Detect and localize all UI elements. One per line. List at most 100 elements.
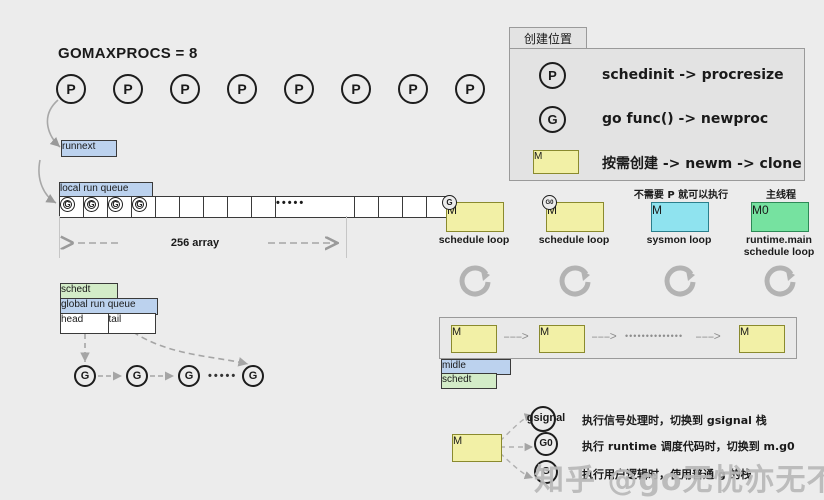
p-node: P <box>170 74 200 104</box>
mlist-box-label: M <box>540 326 550 338</box>
thread-corner-g0: G0 <box>542 195 557 210</box>
p-node: P <box>227 74 257 104</box>
queue-cell-filled: G <box>108 196 132 218</box>
loop-arrow-icon <box>761 260 801 305</box>
thread-box-label: M0 <box>752 203 769 217</box>
queue-g-node: G <box>60 197 75 212</box>
gomaxprocs-title: GOMAXPROCS = 8 <box>58 45 198 62</box>
queue-g-label: G <box>112 200 119 209</box>
mlist-arrow: –––> <box>591 330 617 344</box>
thread-caption: sysmon loop <box>646 234 712 246</box>
thread-note: 主线程 <box>766 190 796 201</box>
p-node: P <box>455 74 485 104</box>
thread-box-m: M <box>651 202 709 232</box>
thread-corner-g: G <box>442 195 457 210</box>
p-circle-row: PPPPPPPP <box>56 74 486 108</box>
g-chain-ellipsis: ••••• <box>208 370 238 382</box>
schedt-text: schedt <box>61 284 91 295</box>
queue-cell-filled: G <box>59 196 84 218</box>
thread-corner-label: G <box>446 198 453 207</box>
queue-g-node: G <box>108 197 123 212</box>
g-node-label: G <box>132 370 142 382</box>
queue-cell-empty <box>403 196 427 218</box>
panel-tab: 创建位置 <box>509 27 587 48</box>
tail-text: tail <box>108 314 122 325</box>
panel-badge-label: G <box>547 112 558 127</box>
queue-cell-filled: G <box>132 196 156 218</box>
thread-caption: schedule loop <box>438 234 510 246</box>
midle-text: midle <box>442 360 466 371</box>
p-node-label: P <box>351 81 361 97</box>
queue-cell-filled: G <box>84 196 108 218</box>
loop-arrow-icon <box>556 260 596 305</box>
tail-cell: tail <box>108 313 156 334</box>
panel-badge-g: G <box>539 106 566 133</box>
queue-cell-empty <box>156 196 180 218</box>
runnext-text: runnext <box>62 141 96 152</box>
queue-g-label: G <box>136 200 143 209</box>
thread-box-m0: M0 <box>751 202 809 232</box>
global-queue-headtail: head tail <box>60 313 156 334</box>
g-node-label: G <box>184 370 194 382</box>
queue-cell-empty <box>228 196 252 218</box>
panel-badge-p: P <box>539 62 566 89</box>
g-node-label: G <box>248 370 258 382</box>
stack-label: G <box>542 466 550 477</box>
g-node: G <box>178 365 200 387</box>
queue-g-node: G <box>132 197 147 212</box>
array-size-label: 256 array <box>170 237 220 249</box>
stack-switch-rows: gsignal 执行信号处理时，切换到 gsignal 栈 G0 执行 runtime… <box>520 402 820 494</box>
queue-cell-empty <box>252 196 276 218</box>
stack-row-text: 执行信号处理时，切换到 gsignal 栈 <box>582 414 767 427</box>
mlist-arrow: –––> <box>695 330 721 344</box>
loop-arrow-icon <box>661 260 701 305</box>
local-run-queue-array: G G G G ••••• <box>59 196 451 218</box>
p-node-label: P <box>123 81 133 97</box>
queue-cell-empty <box>355 196 379 218</box>
p-node-label: P <box>294 81 304 97</box>
mlist-arrow: –––> <box>503 330 529 344</box>
stack-label: G0 <box>539 438 553 449</box>
m-stack-box-label: M <box>453 435 463 447</box>
queue-cell-empty <box>180 196 204 218</box>
g-node: G <box>126 365 148 387</box>
mlist-box: M <box>539 325 585 353</box>
runnext-label: runnext <box>61 140 117 157</box>
stack-row-text: 执行 runtime 调度代码时，切换到 m.g0 <box>582 440 795 453</box>
panel-badge-m: M <box>533 150 579 174</box>
panel-row-text: go func() -> newproc <box>602 111 769 127</box>
mlist-box-label: M <box>740 326 750 338</box>
stack-label: gsignal <box>526 412 566 424</box>
loop-arrow-icon <box>456 260 496 305</box>
p-node-label: P <box>66 81 76 97</box>
queue-g-label: G <box>88 200 95 209</box>
p-node: P <box>284 74 314 104</box>
head-cell: head <box>60 313 109 334</box>
p-node-label: P <box>180 81 190 97</box>
p-node: P <box>113 74 143 104</box>
queue-g-label: G <box>64 200 71 209</box>
stack-row-text: 执行用户逻辑时，使用普通 g 的栈 <box>582 468 752 481</box>
diagram-canvas: GOMAXPROCS = 8 P P P P P P P P runnext local ru… <box>0 0 824 500</box>
p-node-label: P <box>237 81 247 97</box>
thread-corner-label: G0 <box>545 199 554 206</box>
head-text: head <box>61 314 84 325</box>
g-node-label: G <box>80 370 90 382</box>
panel-badge-label: M <box>534 151 543 162</box>
g-node: G <box>242 365 264 387</box>
p-node-label: P <box>408 81 418 97</box>
panel-row-text: 按需创建 -> newm -> clone <box>602 156 802 172</box>
mlist-box-label: M <box>452 326 462 338</box>
mlist-schedt-label: schedt <box>441 373 497 389</box>
queue-cell-empty: ••••• <box>276 196 355 218</box>
p-node: P <box>398 74 428 104</box>
queue-g-node: G <box>84 197 99 212</box>
queue-ellipsis: ••••• <box>276 197 306 209</box>
panel-badge-label: P <box>548 68 557 83</box>
mlist-schedt-text: schedt <box>442 374 472 385</box>
global-run-queue-text: global run queue <box>61 299 136 310</box>
mlist-ellipsis: •••••••••••••• <box>625 331 684 341</box>
panel-row-text: schedinit -> procresize <box>602 67 784 83</box>
m-stack-box: M <box>452 434 502 462</box>
local-run-queue-text: local run queue <box>60 183 129 194</box>
